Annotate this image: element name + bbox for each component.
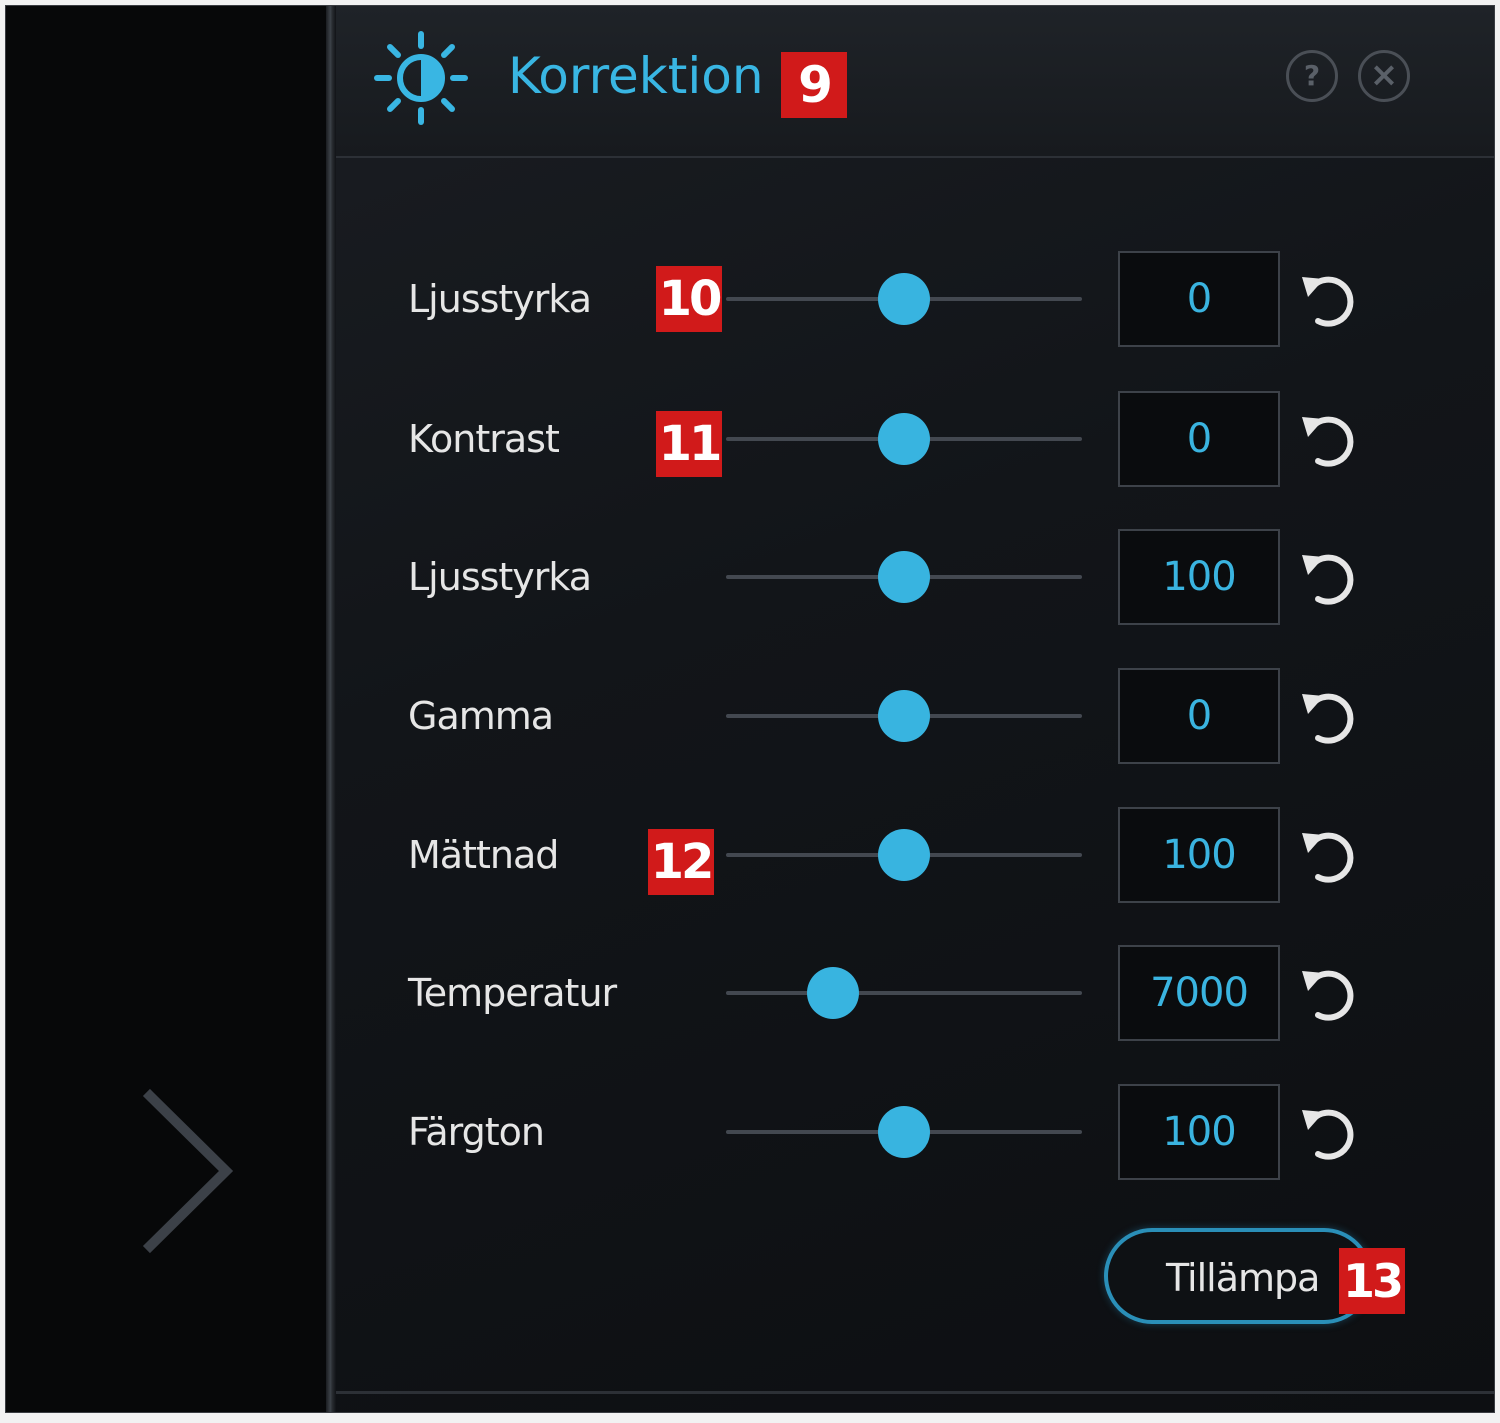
contrast-row: Kontrast 11 0 bbox=[336, 389, 1494, 489]
panel-divider[interactable] bbox=[326, 6, 336, 1412]
brightness-value-field[interactable]: 0 bbox=[1118, 251, 1280, 347]
chevron-right-icon[interactable] bbox=[136, 1086, 246, 1256]
apply-button-label: Tillämpa bbox=[1166, 1256, 1320, 1300]
reset-icon[interactable] bbox=[1298, 409, 1362, 473]
reset-icon[interactable] bbox=[1298, 825, 1362, 889]
panel-bottom-border bbox=[336, 1391, 1494, 1394]
slider-thumb[interactable] bbox=[878, 1106, 930, 1158]
saturation-value-field[interactable]: 100 bbox=[1118, 807, 1280, 903]
slider-thumb[interactable] bbox=[878, 829, 930, 881]
contrast-label: Kontrast bbox=[408, 417, 560, 461]
reset-icon[interactable] bbox=[1298, 269, 1362, 333]
collapsed-sidebar bbox=[6, 6, 326, 1412]
contrast-slider[interactable] bbox=[726, 413, 1082, 465]
saturation-row: Mättnad 12 100 bbox=[336, 805, 1494, 905]
temperature-slider[interactable] bbox=[726, 967, 1082, 1019]
contrast-value-field[interactable]: 0 bbox=[1118, 391, 1280, 487]
sun-icon bbox=[374, 31, 468, 125]
reset-icon[interactable] bbox=[1298, 963, 1362, 1027]
brightness-level-slider[interactable] bbox=[726, 551, 1082, 603]
slider-thumb[interactable] bbox=[878, 273, 930, 325]
temperature-label: Temperatur bbox=[408, 971, 617, 1015]
panel-title: Korrektion bbox=[508, 47, 764, 105]
temperature-value-field[interactable]: 7000 bbox=[1118, 945, 1280, 1041]
brightness-row: Ljusstyrka 10 0 bbox=[336, 249, 1494, 349]
annotation-badge-11: 11 bbox=[656, 411, 722, 477]
brightness-level-value-field[interactable]: 100 bbox=[1118, 529, 1280, 625]
gamma-row: Gamma 0 bbox=[336, 666, 1494, 766]
annotation-badge-9: 9 bbox=[781, 52, 847, 118]
panel-header: Korrektion 9 ? × bbox=[336, 6, 1494, 158]
brightness-label: Ljusstyrka bbox=[408, 277, 592, 321]
saturation-label: Mättnad bbox=[408, 833, 559, 877]
correction-panel: Korrektion 9 ? × Ljusstyrka 10 0 Kontras… bbox=[336, 6, 1494, 1412]
reset-icon[interactable] bbox=[1298, 547, 1362, 611]
help-button[interactable]: ? bbox=[1286, 50, 1338, 102]
brightness-slider[interactable] bbox=[726, 273, 1082, 325]
reset-icon[interactable] bbox=[1298, 686, 1362, 750]
gamma-value-field[interactable]: 0 bbox=[1118, 668, 1280, 764]
annotation-badge-10: 10 bbox=[656, 266, 722, 332]
slider-thumb[interactable] bbox=[878, 551, 930, 603]
hue-value-field[interactable]: 100 bbox=[1118, 1084, 1280, 1180]
gamma-label: Gamma bbox=[408, 694, 554, 738]
hue-label: Färgton bbox=[408, 1110, 545, 1154]
correction-window: Korrektion 9 ? × Ljusstyrka 10 0 Kontras… bbox=[5, 5, 1495, 1413]
hue-slider[interactable] bbox=[726, 1106, 1082, 1158]
slider-thumb[interactable] bbox=[878, 690, 930, 742]
close-button[interactable]: × bbox=[1358, 50, 1410, 102]
temperature-row: Temperatur 7000 bbox=[336, 943, 1494, 1043]
brightness-level-label: Ljusstyrka bbox=[408, 555, 592, 599]
hue-row: Färgton 100 bbox=[336, 1082, 1494, 1182]
slider-thumb[interactable] bbox=[806, 967, 859, 1019]
apply-button[interactable]: Tillämpa bbox=[1104, 1228, 1372, 1324]
reset-icon[interactable] bbox=[1298, 1102, 1362, 1166]
slider-thumb[interactable] bbox=[878, 413, 930, 465]
gamma-slider[interactable] bbox=[726, 690, 1082, 742]
annotation-badge-13: 13 bbox=[1339, 1248, 1405, 1314]
brightness-level-row: Ljusstyrka 100 bbox=[336, 527, 1494, 627]
annotation-badge-12: 12 bbox=[648, 829, 714, 895]
saturation-slider[interactable] bbox=[726, 829, 1082, 881]
